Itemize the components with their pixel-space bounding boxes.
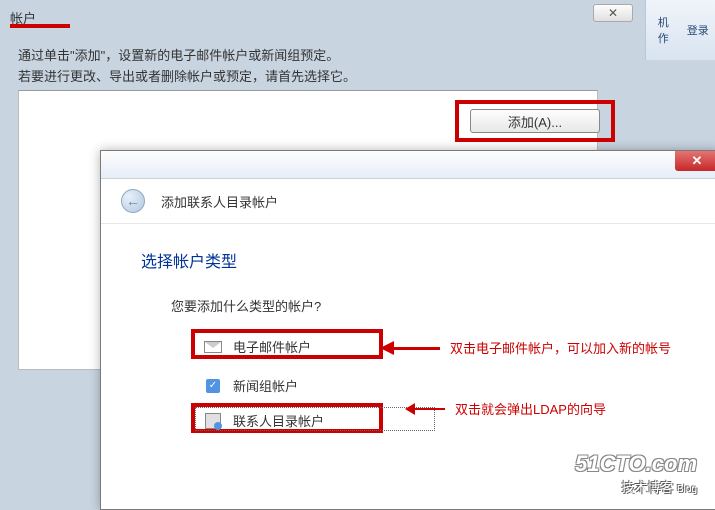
option-label: 新闻组帐户 xyxy=(233,376,298,395)
highlight-box-add: 添加(A)... xyxy=(455,100,615,142)
arrow-icon xyxy=(380,343,440,353)
annotation-text: 双击电子邮件帐户，可以加入新的帐号 xyxy=(450,338,671,357)
section-heading: 选择帐户类型 xyxy=(141,248,679,272)
directory-icon xyxy=(203,413,223,429)
question-text: 您要添加什么类型的帐户? xyxy=(171,296,679,315)
toolbar-label: 机 xyxy=(658,14,669,30)
toolbar-item-login[interactable]: 登录 xyxy=(681,0,715,60)
close-icon[interactable]: ✕ xyxy=(593,4,633,22)
add-button[interactable]: 添加(A)... xyxy=(470,109,600,133)
right-toolbar: 机 作 登录 xyxy=(645,0,715,60)
tab-active-indicator xyxy=(10,24,70,28)
watermark-line1: 51CTO.com xyxy=(575,451,697,477)
arrow-icon xyxy=(405,404,445,414)
option-label: 联系人目录帐户 xyxy=(233,411,324,430)
close-icon[interactable]: ✕ xyxy=(675,151,715,171)
wizard-titlebar[interactable]: ✕ xyxy=(101,151,715,179)
annotation-email: 双击电子邮件帐户，可以加入新的帐号 xyxy=(370,338,671,357)
option-newsgroup-account[interactable]: ✓ 新闻组帐户 xyxy=(197,372,679,399)
instruction-line: 若要进行更改、导出或者删除帐户或预定，请首先选择它。 xyxy=(18,67,356,88)
news-icon: ✓ xyxy=(203,378,223,394)
watermark: 51CTO.com 技术博客 Blog xyxy=(575,451,697,496)
option-label: 电子邮件帐户 xyxy=(233,337,311,356)
wizard-title: 添加联系人目录帐户 xyxy=(161,192,278,211)
toolbar-label: 作 xyxy=(658,30,669,46)
email-icon xyxy=(203,339,223,355)
toolbar-item-machine[interactable]: 机 作 xyxy=(646,0,681,60)
annotation-text: 双击就会弹出LDAP的向导 xyxy=(455,399,606,418)
toolbar-label: 登录 xyxy=(687,22,709,38)
instructions: 通过单击"添加"，设置新的电子邮件帐户或新闻组预定。 若要进行更改、导出或者删除… xyxy=(18,46,356,88)
instruction-line: 通过单击"添加"，设置新的电子邮件帐户或新闻组预定。 xyxy=(18,46,356,67)
back-button[interactable]: ← xyxy=(121,189,145,213)
watermark-line2: 技术博客 Blog xyxy=(575,477,697,496)
annotation-directory: 双击就会弹出LDAP的向导 xyxy=(405,399,606,418)
